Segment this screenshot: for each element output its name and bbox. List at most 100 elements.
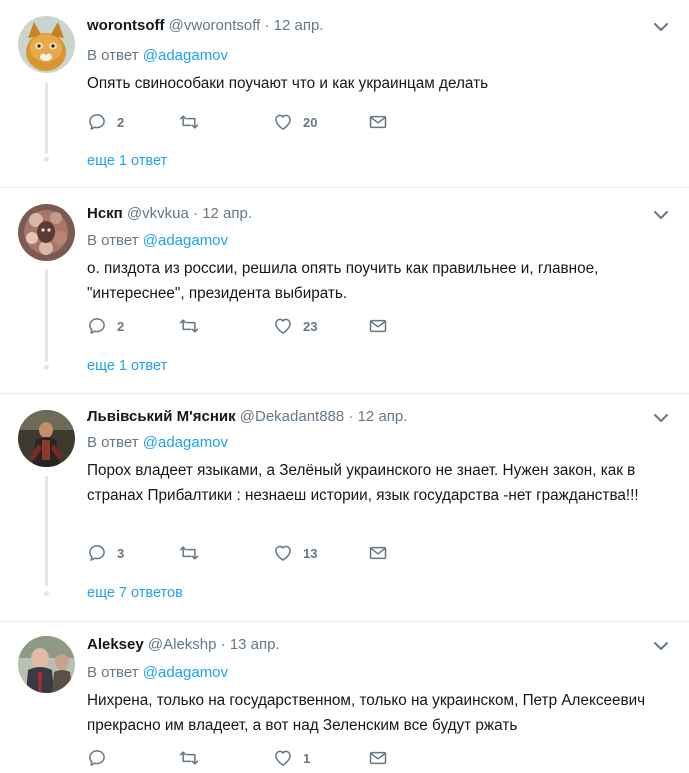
heart-icon xyxy=(275,750,291,766)
envelope-icon xyxy=(369,546,387,560)
dm-button[interactable] xyxy=(368,541,388,565)
chevron-down-icon[interactable] xyxy=(654,641,668,651)
tweet-text: Нихрена, только на государственном, толь… xyxy=(87,692,646,734)
reply-prefix: В ответ xyxy=(87,434,139,451)
retweet-icon xyxy=(179,115,199,129)
reply-prefix: В ответ xyxy=(87,232,139,249)
thread-dot xyxy=(44,157,49,162)
retweet-button[interactable] xyxy=(179,110,209,134)
tweet-header: Aleksey @Alekshp · 13 апр. xyxy=(87,636,280,653)
reply-mention-link[interactable]: @adagamov xyxy=(143,232,228,249)
retweet-icon xyxy=(179,319,199,333)
reply-context: В ответ @adagamov xyxy=(87,232,228,249)
thread-line xyxy=(45,270,48,362)
like-button[interactable]: 1 xyxy=(273,746,310,770)
like-count: 23 xyxy=(303,318,318,334)
dm-button[interactable] xyxy=(368,746,388,770)
author-username[interactable]: @Dekadant888 xyxy=(240,408,344,425)
reply-icon xyxy=(89,750,105,766)
envelope-icon xyxy=(369,319,387,333)
tweet[interactable]: Нскп @vkvkua · 12 апр. В ответ @adagamov… xyxy=(0,188,689,394)
author-fullname[interactable]: Нскп xyxy=(87,205,123,222)
thread-dot xyxy=(44,365,49,370)
show-more-replies-link[interactable]: еще 1 ответ xyxy=(87,358,167,374)
reply-button[interactable]: 3 xyxy=(87,541,124,565)
like-button[interactable]: 13 xyxy=(273,541,317,565)
avatar[interactable] xyxy=(18,410,75,467)
reply-context: В ответ @adagamov xyxy=(87,434,228,451)
tweet-text: Опять свинособаки поучают что и как укра… xyxy=(87,75,489,92)
thread-dot xyxy=(44,591,49,596)
reply-button[interactable]: 2 xyxy=(87,110,124,134)
reply-count: 2 xyxy=(117,318,125,334)
author-fullname[interactable]: Aleksey xyxy=(87,636,144,653)
tweet[interactable]: Львівський М'ясник @Dekadant888 · 12 апр… xyxy=(0,394,689,622)
envelope-icon xyxy=(369,115,387,129)
tweet[interactable]: worontsoff @vworontsoff · 12 апр. В отве… xyxy=(0,0,689,188)
reply-mention-link[interactable]: @adagamov xyxy=(143,434,228,451)
separator: · xyxy=(220,636,226,653)
retweet-icon xyxy=(179,546,199,560)
like-count: 13 xyxy=(303,545,318,561)
show-more-replies-link[interactable]: еще 7 ответов xyxy=(87,585,183,601)
tweet-actions: 3 13 xyxy=(87,541,407,565)
heart-icon xyxy=(275,318,291,334)
reply-count: 2 xyxy=(117,114,125,130)
envelope-icon xyxy=(369,751,387,765)
retweet-button[interactable] xyxy=(179,541,209,565)
author-fullname[interactable]: worontsoff xyxy=(87,17,164,34)
dm-button[interactable] xyxy=(368,110,388,134)
chevron-down-icon[interactable] xyxy=(654,210,668,220)
reply-count: 3 xyxy=(117,545,125,561)
chevron-down-icon[interactable] xyxy=(654,22,668,32)
reply-icon xyxy=(89,318,105,334)
retweet-button[interactable] xyxy=(179,746,209,770)
chevron-down-icon[interactable] xyxy=(654,413,668,423)
separator: · xyxy=(264,17,270,34)
avatar[interactable] xyxy=(18,636,75,693)
thread-line xyxy=(45,476,48,586)
reply-button[interactable] xyxy=(87,746,117,770)
author-username[interactable]: @vkvkua xyxy=(127,205,189,222)
like-button[interactable]: 20 xyxy=(273,110,317,134)
tweet-actions: 2 20 xyxy=(87,110,407,134)
tweet-text: о. пиздота из россии, решила опять поучи… xyxy=(87,260,599,302)
tweet-actions: 2 23 xyxy=(87,314,407,338)
reply-mention-link[interactable]: @adagamov xyxy=(143,664,228,681)
tweet-header: worontsoff @vworontsoff · 12 апр. xyxy=(87,17,323,34)
thread-line xyxy=(45,82,48,154)
avatar[interactable] xyxy=(18,204,75,261)
timestamp[interactable]: 12 апр. xyxy=(358,408,408,425)
separator: · xyxy=(193,205,199,222)
reply-context: В ответ @adagamov xyxy=(87,664,228,681)
reply-icon xyxy=(89,545,105,561)
timestamp[interactable]: 13 апр. xyxy=(230,636,280,653)
timestamp[interactable]: 12 апр. xyxy=(274,17,324,34)
timestamp[interactable]: 12 апр. xyxy=(202,205,252,222)
tweet-actions: 1 xyxy=(87,746,407,770)
heart-icon xyxy=(275,114,291,130)
author-fullname[interactable]: Львівський М'ясник xyxy=(87,408,236,425)
like-count: 20 xyxy=(303,114,318,130)
show-more-replies-link[interactable]: еще 1 ответ xyxy=(87,153,167,169)
like-count: 1 xyxy=(303,750,311,766)
reply-mention-link[interactable]: @adagamov xyxy=(143,47,228,64)
retweet-button[interactable] xyxy=(179,314,209,338)
author-username[interactable]: @vworontsoff xyxy=(169,17,261,34)
tweet-header: Нскп @vkvkua · 12 апр. xyxy=(87,205,252,222)
heart-icon xyxy=(275,545,291,561)
tweet[interactable]: Aleksey @Alekshp · 13 апр. В ответ @adag… xyxy=(0,622,689,773)
reply-button[interactable]: 2 xyxy=(87,314,124,338)
reply-context: В ответ @adagamov xyxy=(87,47,228,64)
dm-button[interactable] xyxy=(368,314,388,338)
reply-icon xyxy=(89,114,105,130)
separator: · xyxy=(348,408,354,425)
reply-prefix: В ответ xyxy=(87,47,139,64)
tweet-text: Порох владеет языками, а Зелёный украинс… xyxy=(87,462,639,504)
retweet-icon xyxy=(179,751,199,765)
avatar[interactable] xyxy=(18,16,75,73)
like-button[interactable]: 23 xyxy=(273,314,317,338)
reply-prefix: В ответ xyxy=(87,664,139,681)
tweet-header: Львівський М'ясник @Dekadant888 · 12 апр… xyxy=(87,408,407,425)
author-username[interactable]: @Alekshp xyxy=(148,636,217,653)
